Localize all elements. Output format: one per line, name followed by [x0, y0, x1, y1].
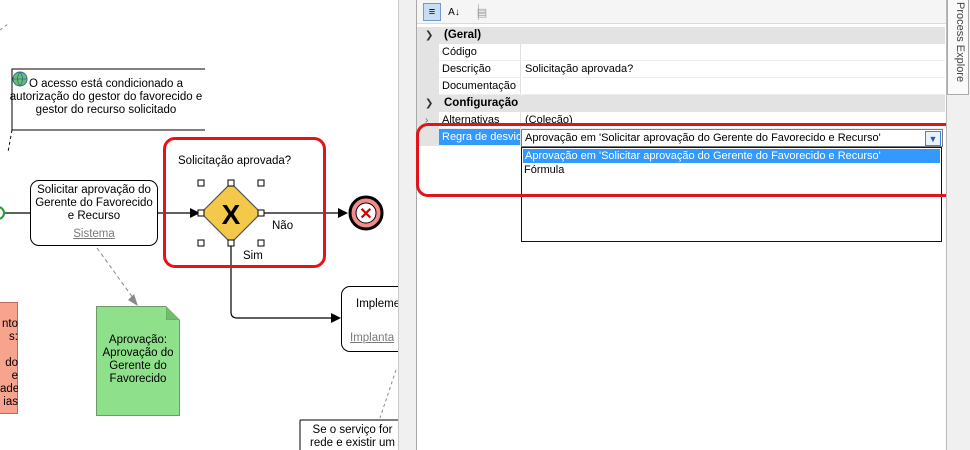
category-geral[interactable]: ❯ (Geral): [417, 27, 945, 44]
category-configuracao[interactable]: ❯ Configuração: [417, 95, 945, 112]
collapse-chevron-icon[interactable]: ❯: [425, 95, 433, 112]
bottom-note-text: Se o serviço for rede e existir um: [310, 424, 396, 449]
exclusive-gateway[interactable]: [201, 183, 261, 243]
property-pages-icon[interactable]: ▤: [473, 3, 491, 21]
property-toolbar: ≡ A↓ ▤: [417, 0, 947, 24]
prop-value[interactable]: [522, 78, 945, 95]
process-canvas[interactable]: X ✕ O acesso está condicionado a autoriz…: [0, 0, 398, 450]
row-gutter: [417, 78, 439, 95]
prop-value[interactable]: Solicitação aprovada?: [522, 61, 945, 78]
red-note-text: nto s: do e ade ias: [0, 318, 18, 408]
collapse-chevron-icon[interactable]: ❯: [425, 27, 433, 44]
category-label: Configuração: [444, 97, 519, 109]
alphabetical-sort-icon[interactable]: A↓: [445, 3, 463, 21]
splitter[interactable]: [398, 0, 416, 450]
row-gutter: [417, 44, 439, 61]
prop-row-documentacao[interactable]: Documentação: [417, 78, 945, 95]
prop-name: Código: [439, 44, 521, 61]
prop-value[interactable]: [522, 44, 945, 61]
categorized-view-icon[interactable]: ≡: [423, 3, 441, 21]
row-gutter: [417, 61, 439, 78]
task2-label: Impleme: [356, 298, 398, 310]
prop-row-descricao[interactable]: Descrição Solicitação aprovada?: [417, 61, 945, 78]
folded-corner-icon: [166, 306, 180, 320]
task-system-link[interactable]: Sistema: [32, 228, 156, 240]
process-explorer-tab-label: Process Explore: [954, 2, 966, 83]
prop-name: Descrição: [439, 61, 521, 78]
end-event[interactable]: [350, 197, 382, 229]
task-label: Solicitar aprovação do Gerente do Favore…: [35, 184, 153, 222]
prop-name: Documentação: [439, 78, 521, 95]
dropdown-highlight: [416, 123, 962, 197]
category-label: (Geral): [444, 29, 482, 41]
document-text: Aprovação: Aprovação do Gerente do Favor…: [102, 334, 174, 385]
annotation-text: O acesso está condicionado a autorização…: [9, 78, 203, 116]
prop-row-codigo[interactable]: Código: [417, 44, 945, 61]
task2-link[interactable]: Implanta: [350, 332, 394, 344]
